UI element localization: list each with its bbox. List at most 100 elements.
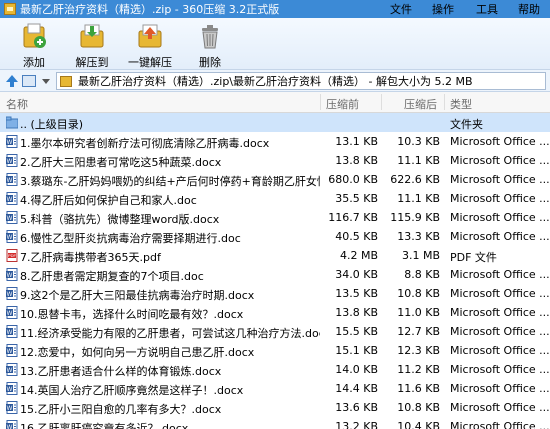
file-name: 10.恩替卡韦，选择什么时间吃最有效？.docx bbox=[20, 308, 244, 321]
menu-file[interactable]: 文件 bbox=[390, 0, 412, 18]
word-document-icon: W bbox=[6, 382, 18, 395]
file-row[interactable]: W 8.乙肝患者需定期复查的7个项目.doc 34.0 KB 8.8 KB Micros… bbox=[0, 265, 550, 284]
file-type: Microsoft Office ... bbox=[450, 306, 550, 319]
compressed-size: 4.2 MB bbox=[339, 249, 378, 262]
file-type: Microsoft Office ... bbox=[450, 382, 550, 395]
menu-operation[interactable]: 操作 bbox=[432, 0, 454, 18]
address-bar: 最新乙肝治疗资料（精选）.zip\最新乙肝治疗资料（精选） - 解包大小为 5.… bbox=[0, 70, 550, 92]
file-name: 3.蔡璐东-乙肝妈妈喂奶的纠结+产后何时停药+育龄期乙肝女性... bbox=[20, 175, 320, 188]
svg-text:W: W bbox=[7, 159, 13, 165]
trash-icon bbox=[202, 25, 218, 49]
file-row[interactable]: W 16.乙肝离肝癌究竟有多近？.docx 13.2 KB 10.4 KB Micros… bbox=[0, 417, 550, 429]
compressed-size: 14.0 KB bbox=[335, 363, 378, 376]
file-row[interactable]: W 13.乙肝患者适合什么样的体育锻炼.docx 14.0 KB 11.2 KB Mic… bbox=[0, 360, 550, 379]
column-divider[interactable] bbox=[444, 94, 445, 110]
file-name: 6.慢性乙型肝炎抗病毒治疗需要择期进行.doc bbox=[20, 232, 241, 245]
original-size: 11.0 KB bbox=[397, 306, 440, 319]
word-document-icon: W bbox=[6, 344, 18, 357]
column-divider[interactable] bbox=[320, 94, 321, 110]
file-type: Microsoft Office ... bbox=[450, 401, 550, 414]
file-type: Microsoft Office ... bbox=[450, 344, 550, 357]
word-document-icon: W bbox=[6, 135, 18, 148]
one-click-extract-label: 一键解压 bbox=[128, 56, 172, 69]
compressed-size: 13.5 KB bbox=[335, 287, 378, 300]
file-row[interactable]: W 1.墨尔本研究者创新疗法可彻底清除乙肝病毒.docx 13.1 KB 10.3 K… bbox=[0, 132, 550, 151]
file-type: Microsoft Office ... bbox=[450, 363, 550, 376]
file-row[interactable]: W 11.经济承受能力有限的乙肝患者，可尝试这几种治疗方法.docx 15.5 KB… bbox=[0, 322, 550, 341]
file-type: Microsoft Office ... bbox=[450, 287, 550, 300]
up-arrow-icon[interactable] bbox=[4, 73, 20, 89]
file-name: 11.经济承受能力有限的乙肝患者，可尝试这几种治疗方法.docx bbox=[20, 327, 320, 340]
compressed-size: 680.0 KB bbox=[328, 173, 378, 186]
extract-to-button[interactable]: 解压到 bbox=[69, 21, 115, 70]
file-row[interactable]: W 3.蔡璐东-乙肝妈妈喂奶的纠结+产后何时停药+育龄期乙肝女性... 680.0 … bbox=[0, 170, 550, 189]
menu-tools[interactable]: 工具 bbox=[476, 0, 498, 18]
file-type: Microsoft Office ... bbox=[450, 211, 550, 224]
parent-directory-row[interactable]: .. (上级目录) 文件夹 bbox=[0, 113, 550, 132]
word-document-icon: W bbox=[6, 268, 18, 281]
file-row[interactable]: W 6.慢性乙型肝炎抗病毒治疗需要择期进行.doc 40.5 KB 13.3 KB Mi… bbox=[0, 227, 550, 246]
column-header-name[interactable]: 名称 bbox=[6, 96, 28, 112]
file-row[interactable]: W 9.这2个是乙肝大三阳最佳抗病毒治疗时期.docx 13.5 KB 10.8 KB… bbox=[0, 284, 550, 303]
svg-text:PDF: PDF bbox=[8, 253, 17, 258]
word-document-icon: W bbox=[6, 211, 18, 224]
address-path-box[interactable]: 最新乙肝治疗资料（精选）.zip\最新乙肝治疗资料（精选） - 解包大小为 5.… bbox=[56, 72, 546, 90]
extract-to-label: 解压到 bbox=[75, 56, 109, 69]
column-header: 名称 压缩前 压缩后 类型 bbox=[0, 92, 550, 113]
svg-text:W: W bbox=[7, 273, 13, 279]
file-row[interactable]: W 14.英国人治疗乙肝顺序竟然是这样子！.docx 14.4 KB 11.6 KB M… bbox=[0, 379, 550, 398]
file-name: 16.乙肝离肝癌究竟有多近？.docx bbox=[20, 422, 189, 429]
column-header-compressed[interactable]: 压缩前 bbox=[326, 96, 359, 112]
add-label: 添加 bbox=[23, 56, 45, 69]
add-button[interactable]: 添加 bbox=[11, 21, 57, 70]
chevron-down-icon[interactable] bbox=[40, 74, 52, 88]
svg-text:W: W bbox=[7, 140, 13, 146]
file-row[interactable]: W 2.乙肝大三阳患者可常吃这5种蔬菜.docx 13.8 KB 11.1 KB Mic… bbox=[0, 151, 550, 170]
column-divider[interactable] bbox=[381, 94, 382, 110]
archive-icon bbox=[4, 3, 16, 15]
file-type: Microsoft Office ... bbox=[450, 325, 550, 338]
word-document-icon: W bbox=[6, 306, 18, 319]
one-click-extract-icon bbox=[138, 24, 162, 48]
word-document-icon: W bbox=[6, 230, 18, 243]
file-row[interactable]: PDF 7.乙肝病毒携带者365天.pdf 4.2 MB 3.1 MB PDF 文件 bbox=[0, 246, 550, 265]
compressed-size: 14.4 KB bbox=[335, 382, 378, 395]
compressed-size: 116.7 KB bbox=[328, 211, 378, 224]
file-row[interactable]: W 15.乙肝小三阳自愈的几率有多大？.docx 13.6 KB 10.8 KB Mic… bbox=[0, 398, 550, 417]
original-size: 10.8 KB bbox=[397, 287, 440, 300]
delete-button[interactable]: 删除 bbox=[187, 21, 233, 70]
file-row[interactable]: W 12.恋爱中，如何向另一方说明自己患乙肝.docx 15.1 KB 12.3 KB… bbox=[0, 341, 550, 360]
file-name: 2.乙肝大三阳患者可常吃这5种蔬菜.docx bbox=[20, 156, 222, 169]
file-type: Microsoft Office ... bbox=[450, 420, 550, 429]
file-name: .. (上级目录) bbox=[20, 118, 84, 131]
compressed-size: 13.2 KB bbox=[335, 420, 378, 429]
compressed-size: 13.8 KB bbox=[335, 154, 378, 167]
original-size: 11.6 KB bbox=[397, 382, 440, 395]
view-mode-icon[interactable] bbox=[22, 75, 36, 87]
compressed-size: 13.8 KB bbox=[335, 306, 378, 319]
svg-text:W: W bbox=[7, 406, 13, 412]
word-document-icon: W bbox=[6, 401, 18, 414]
original-size: 12.7 KB bbox=[397, 325, 440, 338]
word-document-icon: W bbox=[6, 173, 18, 186]
original-size: 11.1 KB bbox=[397, 154, 440, 167]
compressed-size: 15.5 KB bbox=[335, 325, 378, 338]
file-type: Microsoft Office ... bbox=[450, 268, 550, 281]
svg-text:W: W bbox=[7, 235, 13, 241]
menu-help[interactable]: 帮助 bbox=[518, 0, 540, 18]
original-size: 622.6 KB bbox=[390, 173, 440, 186]
one-click-extract-button[interactable]: 一键解压 bbox=[127, 21, 173, 70]
word-document-icon: W bbox=[6, 363, 18, 376]
file-name: 7.乙肝病毒携带者365天.pdf bbox=[20, 251, 161, 264]
file-row[interactable]: W 10.恩替卡韦，选择什么时间吃最有效？.docx 13.8 KB 11.0 KB M… bbox=[0, 303, 550, 322]
svg-text:W: W bbox=[7, 311, 13, 317]
word-document-icon: W bbox=[6, 154, 18, 167]
original-size: 11.2 KB bbox=[397, 363, 440, 376]
column-header-type[interactable]: 类型 bbox=[450, 96, 472, 112]
file-row[interactable]: W 5.科普（骆抗先）微博整理word版.docx 116.7 KB 115.9 KB… bbox=[0, 208, 550, 227]
extract-icon bbox=[80, 24, 104, 48]
file-row[interactable]: W 4.得乙肝后如何保护自己和家人.doc 35.5 KB 11.1 KB Micros… bbox=[0, 189, 550, 208]
original-size: 10.4 KB bbox=[397, 420, 440, 429]
toolbar: 添加 解压到 一键解压 删除 bbox=[0, 18, 550, 70]
column-header-original[interactable]: 压缩后 bbox=[404, 96, 437, 112]
